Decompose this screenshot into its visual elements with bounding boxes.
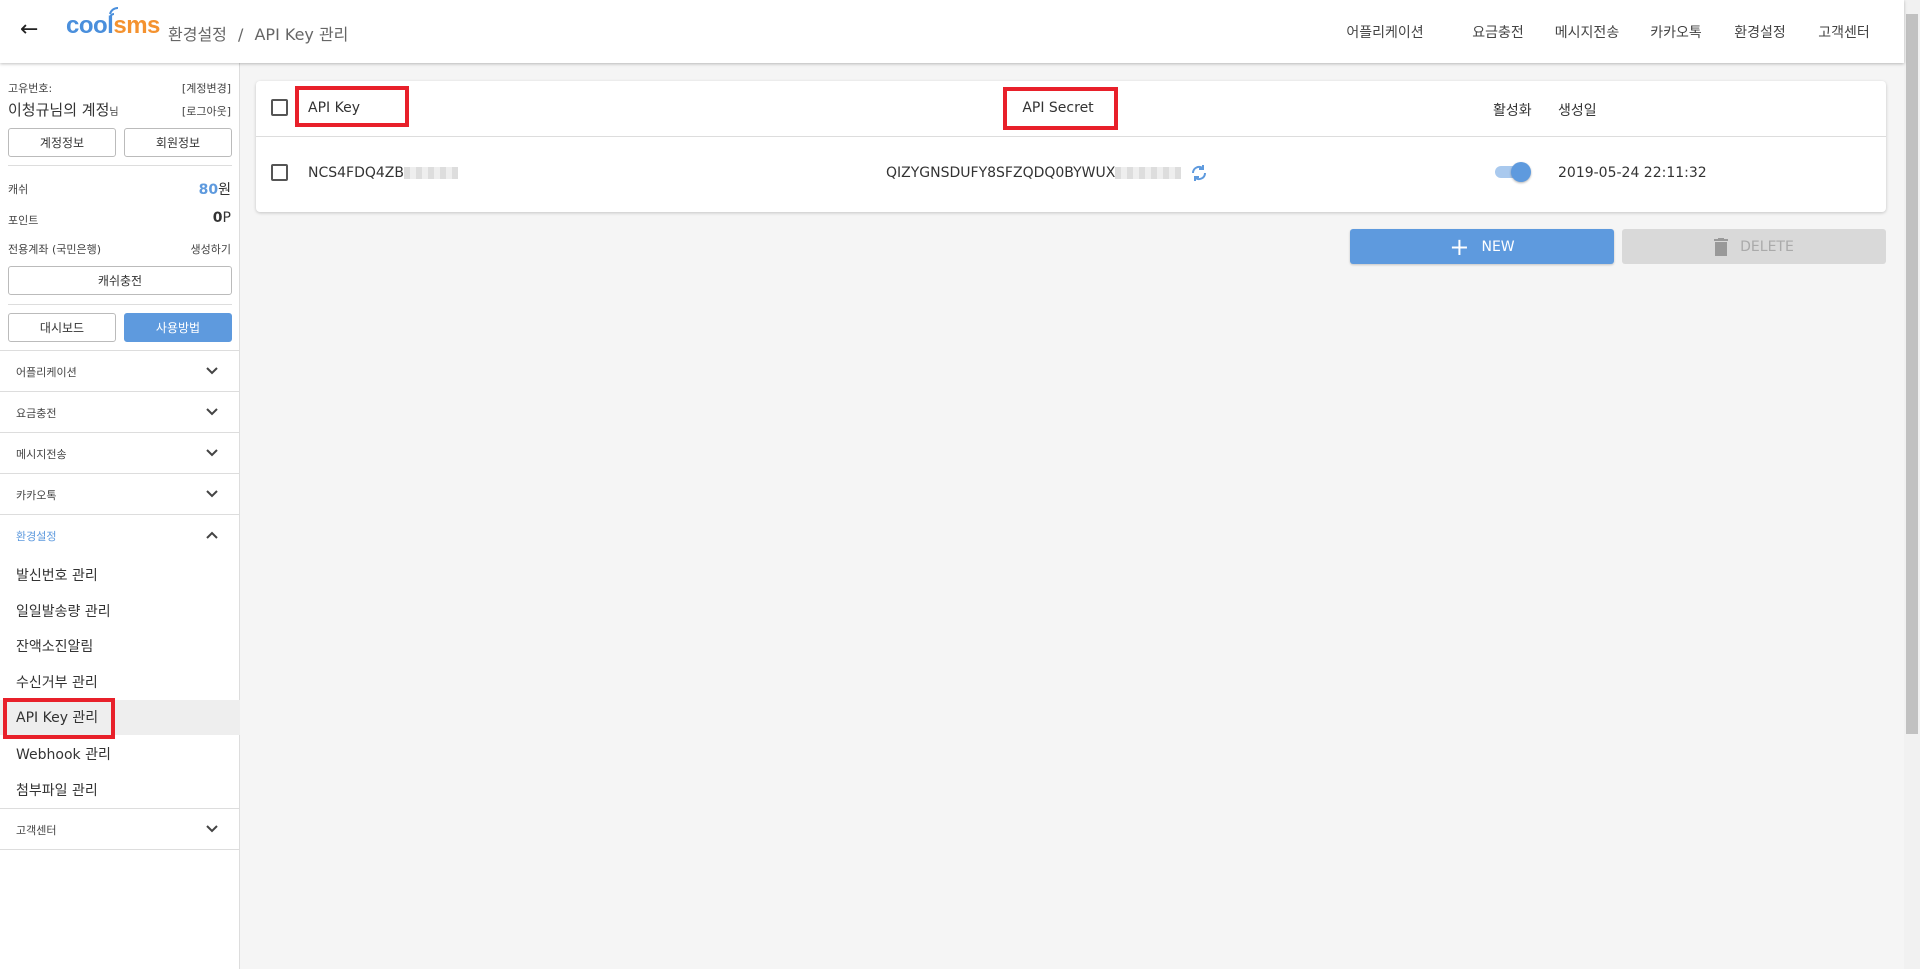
nav-kakaotalk[interactable]: 카카오톡 bbox=[1650, 22, 1702, 42]
logout-link[interactable]: [로그아웃] bbox=[182, 103, 231, 119]
menu-application[interactable]: 어플리케이션 bbox=[16, 364, 77, 380]
account-id-label: 고유번호: bbox=[8, 82, 53, 95]
header-created: 생성일 bbox=[1558, 103, 1597, 119]
new-button[interactable]: + NEW bbox=[1350, 229, 1614, 264]
submenu-daily-limit[interactable]: 일일발송량 관리 bbox=[16, 601, 111, 621]
delete-button[interactable]: DELETE bbox=[1622, 229, 1886, 264]
refresh-icon[interactable] bbox=[1189, 163, 1209, 183]
nav-settings[interactable]: 환경설정 bbox=[1734, 22, 1786, 42]
nav-charge[interactable]: 요금충전 bbox=[1472, 22, 1524, 42]
breadcrumb-current: API Key 관리 bbox=[254, 25, 349, 44]
nav-support[interactable]: 고객센터 bbox=[1818, 22, 1870, 42]
cash-value: 80원 bbox=[198, 182, 231, 198]
scrollbar-thumb[interactable] bbox=[1906, 14, 1918, 734]
menu-charge[interactable]: 요금충전 bbox=[16, 405, 56, 421]
table-row: NCS4FDQ4ZB QIZYGNSDUFY8SFZQDQ0BYWUX 2019… bbox=[256, 137, 1886, 212]
submenu-attachment[interactable]: 첨부파일 관리 bbox=[16, 780, 98, 800]
highlight-box bbox=[3, 698, 115, 739]
menu-message[interactable]: 메시지전송 bbox=[16, 446, 67, 462]
chevron-down-icon[interactable] bbox=[205, 364, 219, 378]
point-value: 0P bbox=[212, 210, 231, 226]
guide-button[interactable]: 사용방법 bbox=[124, 313, 232, 342]
top-header: ← coolsms 환경설정 / API Key 관리 어플리케이션 요금충전 … bbox=[0, 0, 1904, 63]
active-toggle[interactable] bbox=[1495, 161, 1533, 183]
point-label: 포인트 bbox=[8, 214, 39, 227]
chevron-down-icon[interactable] bbox=[205, 446, 219, 460]
breadcrumb: 환경설정 / API Key 관리 bbox=[168, 21, 348, 45]
chevron-down-icon[interactable] bbox=[205, 405, 219, 419]
nav-application[interactable]: 어플리케이션 bbox=[1346, 22, 1423, 42]
trash-icon bbox=[1714, 237, 1729, 256]
submenu-reject[interactable]: 수신거부 관리 bbox=[16, 672, 98, 692]
header-active: 활성화 bbox=[1493, 103, 1532, 119]
plus-icon: + bbox=[1449, 232, 1470, 261]
submenu-balance-alert[interactable]: 잔액소진알림 bbox=[16, 636, 93, 656]
member-info-button[interactable]: 회원정보 bbox=[124, 128, 232, 157]
account-name: 이청규님의 계정님 bbox=[8, 101, 119, 119]
cash-charge-button[interactable]: 캐쉬충전 bbox=[8, 266, 232, 295]
bank-create-link[interactable]: 생성하기 bbox=[191, 241, 231, 257]
breadcrumb-separator: / bbox=[237, 25, 244, 44]
chevron-down-icon[interactable] bbox=[205, 487, 219, 501]
back-arrow-icon[interactable]: ← bbox=[20, 17, 38, 42]
select-all-checkbox[interactable] bbox=[271, 99, 288, 116]
api-secret-value: QIZYGNSDUFY8SFZQDQ0BYWUX bbox=[886, 165, 1182, 181]
row-checkbox[interactable] bbox=[271, 164, 288, 181]
change-account-link[interactable]: [계정변경] bbox=[182, 80, 231, 96]
chevron-up-icon[interactable] bbox=[205, 528, 219, 542]
chevron-down-icon[interactable] bbox=[205, 822, 219, 836]
highlight-box bbox=[1003, 87, 1118, 130]
nav-message[interactable]: 메시지전송 bbox=[1555, 22, 1619, 42]
bank-account-label: 전용계좌 (국민은행) bbox=[8, 243, 102, 256]
menu-support[interactable]: 고객센터 bbox=[16, 822, 56, 838]
api-key-value: NCS4FDQ4ZB bbox=[308, 165, 458, 181]
account-info-button[interactable]: 계정정보 bbox=[8, 128, 116, 157]
submenu-sender-number[interactable]: 발신번호 관리 bbox=[16, 565, 98, 585]
menu-settings[interactable]: 환경설정 bbox=[16, 528, 56, 544]
breadcrumb-parent[interactable]: 환경설정 bbox=[168, 25, 227, 44]
dashboard-button[interactable]: 대시보드 bbox=[8, 313, 116, 342]
coolsms-logo[interactable]: coolsms bbox=[66, 7, 160, 40]
menu-kakaotalk[interactable]: 카카오톡 bbox=[16, 487, 56, 503]
submenu-webhook[interactable]: Webhook 관리 bbox=[16, 744, 111, 764]
cash-label: 캐쉬 bbox=[8, 183, 29, 196]
highlight-box bbox=[295, 86, 409, 127]
created-date: 2019-05-24 22:11:32 bbox=[1558, 165, 1707, 181]
